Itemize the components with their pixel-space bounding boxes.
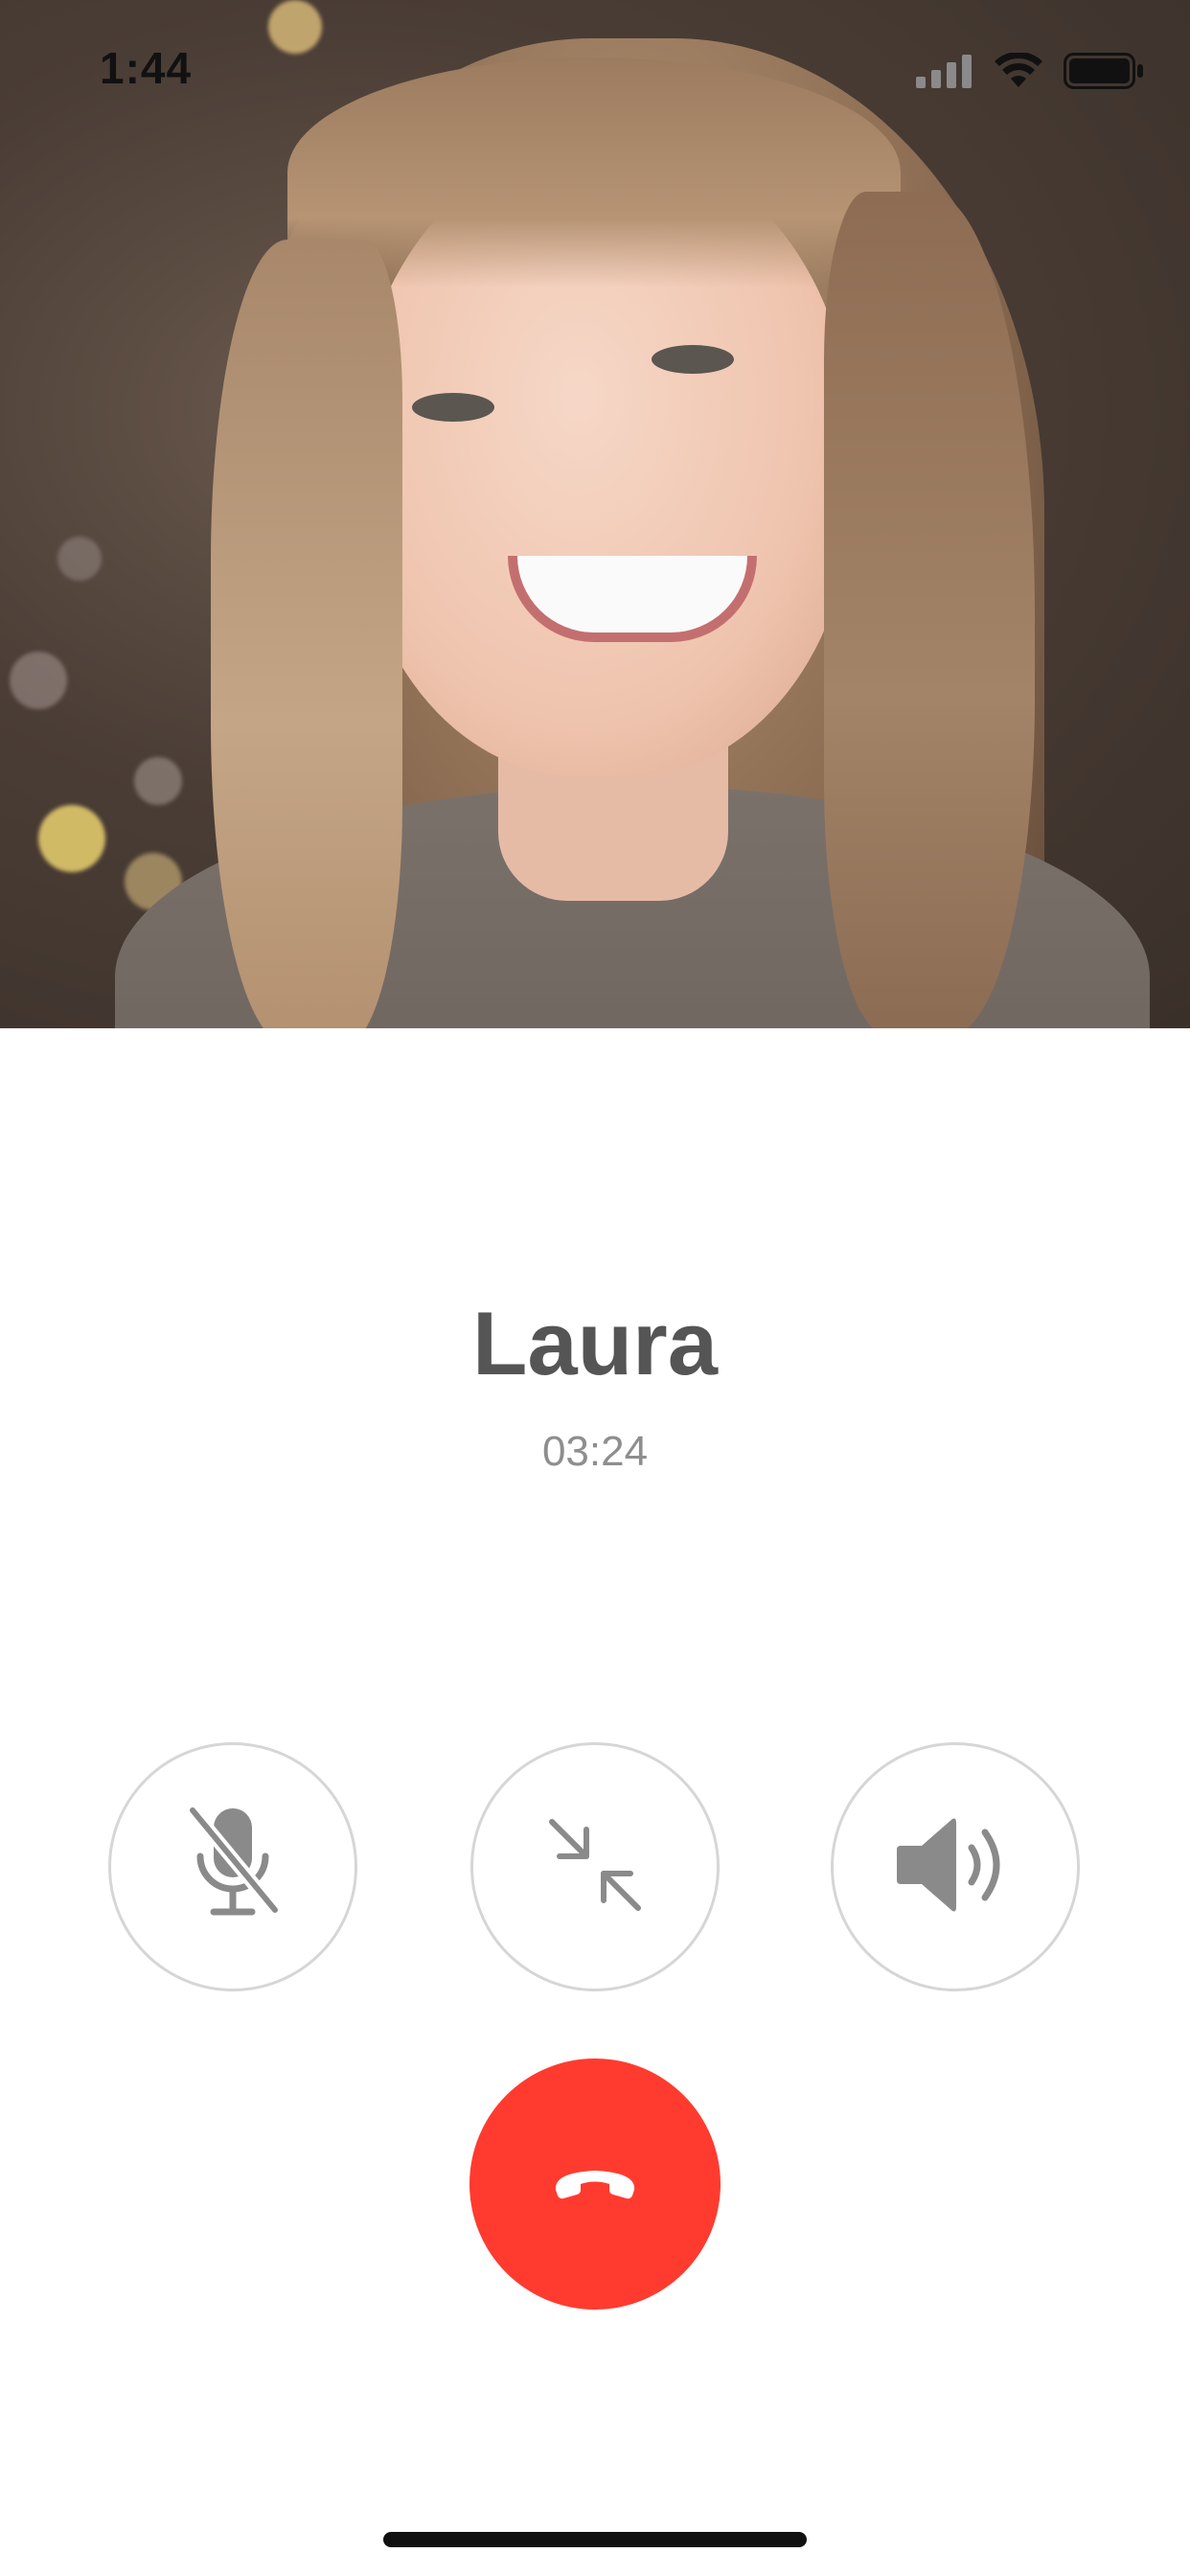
caller-name: Laura xyxy=(472,1293,718,1393)
hair-right xyxy=(824,192,1035,1028)
hang-up-phone-icon xyxy=(552,2161,638,2208)
minimize-arrows-icon xyxy=(542,1812,648,1922)
right-eye xyxy=(652,345,734,374)
battery-icon xyxy=(1064,52,1144,94)
speaker-icon xyxy=(893,1807,1018,1927)
cellular-signal-icon xyxy=(916,54,973,93)
status-bar: 1:44 xyxy=(0,0,1190,134)
end-call-button[interactable] xyxy=(469,2058,721,2310)
left-eye xyxy=(412,393,494,422)
hair-left xyxy=(211,240,402,1028)
status-time: 1:44 xyxy=(100,43,193,93)
bokeh-light xyxy=(38,805,105,872)
remote-video xyxy=(0,0,1190,1028)
bokeh-light xyxy=(10,652,67,709)
home-indicator[interactable] xyxy=(383,2532,807,2547)
microphone-muted-icon xyxy=(175,1803,290,1932)
minimize-video-button[interactable] xyxy=(470,1742,720,1991)
mute-button[interactable] xyxy=(108,1742,357,1991)
speaker-button[interactable] xyxy=(831,1742,1080,1991)
bokeh-light xyxy=(57,537,102,581)
call-duration: 03:24 xyxy=(541,1428,649,1475)
bokeh-light xyxy=(134,757,182,805)
wifi-icon xyxy=(995,51,1042,94)
status-icons xyxy=(916,51,1144,94)
